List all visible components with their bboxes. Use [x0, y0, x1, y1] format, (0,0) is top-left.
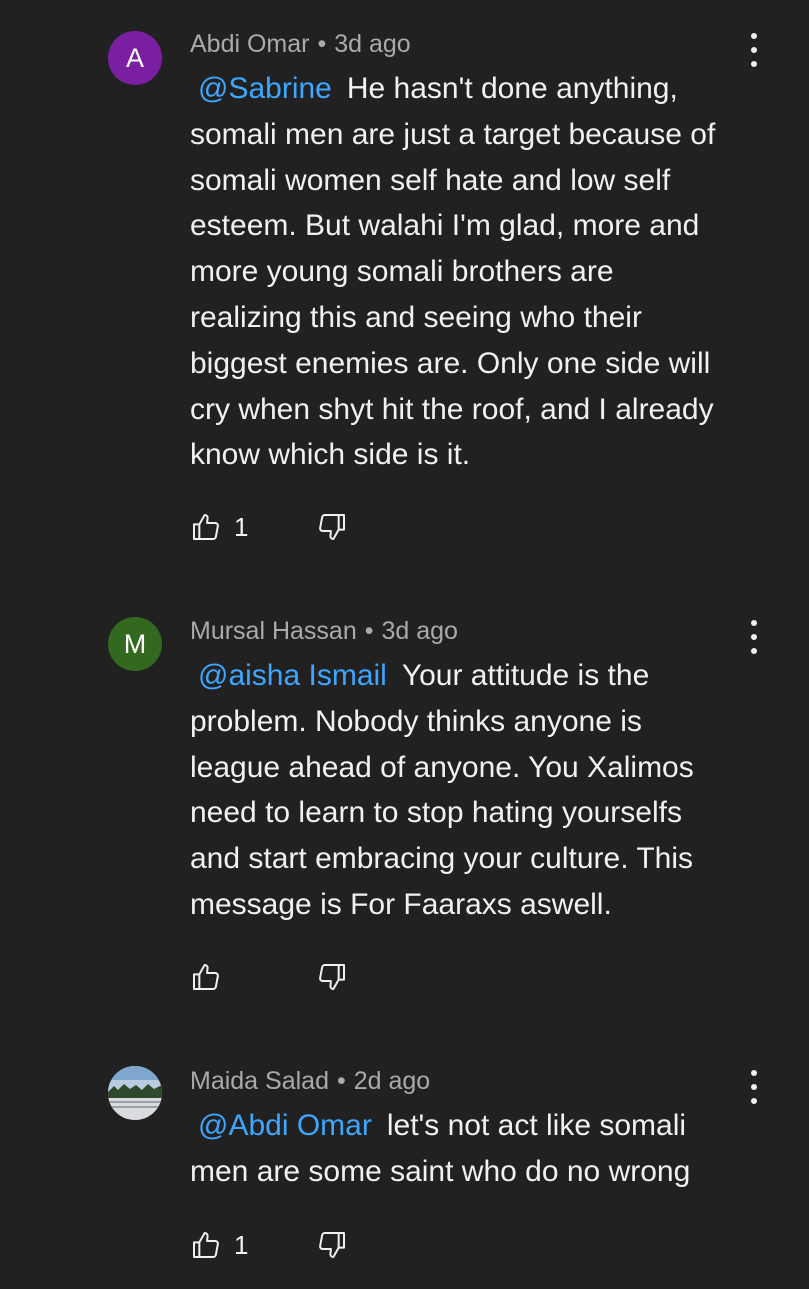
- text-line: and start embracing your culture. This: [190, 842, 694, 876]
- text-line: realizing this and seeing who their: [190, 300, 642, 334]
- author-name[interactable]: Mursal Hassan: [190, 617, 357, 645]
- author-name[interactable]: Maida Salad: [190, 1067, 329, 1095]
- text-line: message is For Faaraxs aswell.: [190, 887, 612, 921]
- timestamp[interactable]: 2d ago: [354, 1067, 430, 1095]
- mention-link[interactable]: @Sabrine: [198, 72, 332, 105]
- thumbs-up-icon: [190, 1229, 222, 1261]
- text-line: somali men are just a target because of: [190, 117, 716, 151]
- avatar-letter: A: [125, 42, 144, 73]
- text-line: cry when shyt hit the roof, and I alread…: [190, 392, 714, 426]
- thumbs-up-icon: [190, 511, 222, 543]
- avatar[interactable]: [108, 1066, 162, 1120]
- separator: •: [336, 1067, 346, 1095]
- comment-header: Abdi Omar • 3d ago: [190, 30, 411, 59]
- more-vert-icon[interactable]: [739, 33, 769, 67]
- comment-text: @Sabrine He hasn't done anything, somali …: [190, 66, 760, 478]
- thumbs-down-icon[interactable]: [316, 1229, 348, 1261]
- thumbs-up-icon: [190, 961, 222, 993]
- comment-actions: 1: [190, 510, 348, 544]
- text-line: let's not act like somali: [386, 1109, 687, 1142]
- comment-text: @Abdi Omar let's not act like somali men …: [190, 1103, 760, 1195]
- text-line: more young somali brothers are: [190, 255, 614, 289]
- avatar-letter: M: [123, 628, 147, 659]
- text-line: esteem. But walahi I'm glad, more and: [190, 209, 700, 243]
- comment-actions: [190, 960, 348, 994]
- like-count: 1: [234, 511, 249, 542]
- like-button[interactable]: 1: [190, 1229, 316, 1261]
- comment-actions: 1: [190, 1228, 348, 1262]
- mention-link[interactable]: @aisha Ismail: [198, 659, 387, 692]
- text-line: league ahead of anyone. You Xalimos: [190, 750, 694, 784]
- avatar[interactable]: A: [108, 31, 162, 85]
- more-vert-icon[interactable]: [739, 620, 769, 654]
- text-line: need to learn to stop hating yourselfs: [190, 796, 682, 830]
- text-line: Your attitude is the: [401, 659, 650, 692]
- thumbs-down-icon[interactable]: [316, 511, 348, 543]
- more-vert-icon[interactable]: [739, 1070, 769, 1104]
- author-name[interactable]: Abdi Omar: [190, 30, 309, 58]
- thumbs-down-icon[interactable]: [316, 961, 348, 993]
- text-line: problem. Nobody thinks anyone is: [190, 704, 642, 738]
- timestamp[interactable]: 3d ago: [382, 617, 458, 645]
- text-line: somali women self hate and low self: [190, 163, 671, 197]
- avatar[interactable]: M: [108, 617, 162, 671]
- text-line: know which side is it.: [190, 438, 471, 472]
- comment-text: @aisha Ismail Your attitude is the proble…: [190, 653, 760, 928]
- separator: •: [317, 30, 327, 58]
- like-count: 1: [234, 1229, 249, 1260]
- comment-header: Mursal Hassan • 3d ago: [190, 617, 458, 646]
- timestamp[interactable]: 3d ago: [334, 30, 410, 58]
- text-line: He hasn't done anything,: [346, 72, 678, 105]
- separator: •: [364, 617, 374, 645]
- like-button[interactable]: [190, 961, 316, 993]
- mention-link[interactable]: @Abdi Omar: [198, 1109, 372, 1142]
- comment-header: Maida Salad • 2d ago: [190, 1067, 430, 1096]
- text-line: men are some saint who do no wrong: [190, 1154, 691, 1188]
- landscape-photo-icon: [108, 1066, 162, 1120]
- like-button[interactable]: 1: [190, 511, 316, 543]
- text-line: biggest enemies are. Only one side will: [190, 346, 711, 380]
